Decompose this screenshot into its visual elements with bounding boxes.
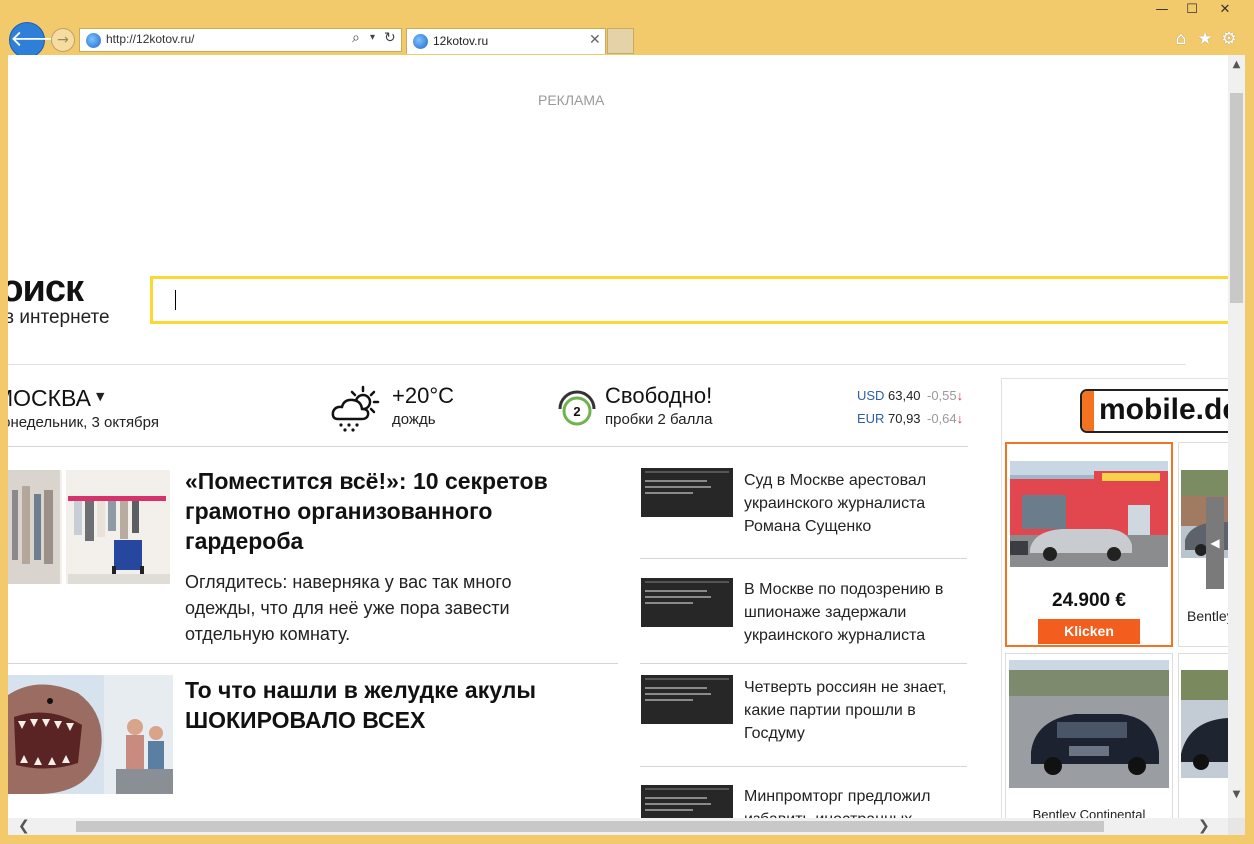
currency-usd[interactable]: USD 63,40 -0,55↓ [857, 388, 963, 403]
new-tab-button[interactable] [607, 28, 634, 54]
carousel-prev-button[interactable]: ◀ [1206, 497, 1224, 589]
news-headline[interactable]: В Москве по подозрению в шпионаже задерж… [744, 578, 970, 647]
divider [8, 446, 968, 447]
vertical-scrollbar[interactable]: ▲ ▼ [1228, 55, 1245, 818]
car-label[interactable]: Bentley Continental [1006, 807, 1172, 818]
ie-globe-icon [413, 34, 428, 49]
temperature[interactable]: +20°C [392, 383, 454, 409]
currency-value: 63,40 [888, 388, 921, 403]
currency-code: USD [857, 388, 885, 403]
minimize-button[interactable]: — [1147, 2, 1177, 17]
address-bar[interactable]: http://12kotov.ru/ ⌕ ▾ ↻ [79, 28, 402, 52]
tab-title: 12kotov.ru [433, 34, 489, 48]
rain-cloud-icon [331, 385, 380, 432]
forward-arrow-icon: → [57, 32, 69, 48]
address-text[interactable]: http://12kotov.ru/ [106, 32, 195, 46]
traffic-meter-icon: 2 [558, 390, 596, 426]
article-title[interactable]: «Поместится всё!»: 10 секретов грамотно … [185, 466, 565, 556]
car-listing-card[interactable]: Bentley Continental [1005, 653, 1173, 818]
scroll-right-icon[interactable]: ❯ [1198, 818, 1210, 834]
ie-globe-icon [86, 33, 101, 48]
shark-image[interactable] [8, 675, 173, 794]
back-button[interactable]: 🡐 [9, 22, 69, 58]
brand-text: mobile.de [1099, 393, 1228, 426]
home-icon[interactable]: ⌂ [1170, 29, 1192, 49]
article-title[interactable]: То что нашли в желудке акулы ШОКИРОВАЛО … [185, 675, 585, 735]
horizontal-scrollbar[interactable]: ❮ ❯ [8, 818, 1228, 835]
mobile-de-logo[interactable]: mobile.de [1080, 389, 1228, 433]
ad-label: РЕКЛАМА [538, 92, 605, 108]
news-headline[interactable]: Минпромторг предложил избавить иностранн… [744, 785, 970, 818]
news-headline[interactable]: Четверть россиян не знает, какие партии … [744, 676, 970, 745]
car-photo[interactable] [1181, 670, 1228, 778]
currency-change: -0,55 [927, 388, 957, 403]
news-thumbnail[interactable] [641, 675, 733, 724]
traffic-score: 2 [573, 404, 580, 419]
currency-change: -0,64 [927, 411, 957, 426]
currency-value: 70,93 [888, 411, 921, 426]
car-listing-card[interactable]: 24.900 € Klicken [1005, 442, 1173, 647]
scroll-down-icon[interactable]: ▼ [1228, 789, 1245, 800]
gear-icon[interactable]: ⚙ [1218, 29, 1240, 49]
weather-description: дождь [392, 411, 436, 428]
search-icon[interactable]: ⌕ [352, 30, 360, 46]
forward-button[interactable]: → [51, 28, 75, 52]
wardrobe-image[interactable] [8, 470, 170, 584]
site-logo[interactable]: Поиск [8, 268, 84, 311]
article-description[interactable]: Оглядитесь: наверняка у вас так много од… [185, 569, 585, 647]
news-headline[interactable]: Суд в Москве арестовал украинского журна… [744, 469, 970, 538]
car-price: 24.900 € [1052, 590, 1126, 611]
logo-text: оиск [8, 268, 84, 310]
traffic-status[interactable]: Свободно! [605, 383, 712, 409]
ad-panel: mobile.de 24.900 € Klicken Bentle Bentle… [1001, 378, 1228, 818]
currency-eur[interactable]: EUR 70,93 -0,64↓ [857, 411, 963, 426]
divider [640, 558, 967, 559]
refresh-icon[interactable]: ↻ [384, 30, 396, 46]
tab-12kotov[interactable]: 12kotov.ru ✕ [406, 28, 606, 54]
search-input[interactable] [150, 276, 1228, 324]
scroll-left-icon[interactable]: ❮ [18, 818, 30, 834]
divider [640, 766, 967, 767]
traffic-description: пробки 2 балла [605, 411, 713, 428]
news-thumbnail[interactable] [641, 468, 733, 517]
logo-subtitle: в интернете [8, 307, 110, 328]
text-caret [175, 290, 176, 310]
divider [8, 663, 618, 664]
page-viewport: РЕКЛАМА Поиск в интернете МОСКВА ▼ понед… [8, 55, 1228, 818]
close-icon[interactable]: ✕ [589, 32, 601, 48]
currency-code: EUR [857, 411, 885, 426]
scroll-up-icon[interactable]: ▲ [1228, 59, 1245, 70]
scroll-thumb[interactable] [1230, 93, 1243, 303]
favorites-star-icon[interactable]: ★ [1194, 29, 1216, 49]
scrollbar-corner [1228, 818, 1245, 835]
divider [640, 663, 967, 664]
close-window-button[interactable]: ✕ [1210, 2, 1240, 17]
klicken-button[interactable]: Klicken [1038, 619, 1140, 644]
current-date: понедельник, 3 октября [8, 414, 159, 431]
car-listing-card[interactable] [1178, 653, 1228, 818]
news-thumbnail[interactable] [641, 578, 733, 627]
chevron-down-icon[interactable]: ▾ [370, 32, 375, 43]
city-selector[interactable]: МОСКВА [8, 385, 91, 412]
chevron-down-icon[interactable]: ▼ [96, 390, 104, 403]
chevron-left-icon: ◀ [1210, 536, 1220, 550]
car-photo[interactable] [1010, 461, 1168, 567]
divider [8, 364, 1186, 365]
arrow-down-icon: ↓ [956, 411, 964, 426]
news-thumbnail[interactable] [641, 785, 733, 818]
car-label[interactable]: Bentley [1187, 608, 1228, 624]
car-photo[interactable] [1009, 660, 1169, 788]
arrow-down-icon: ↓ [956, 388, 964, 403]
maximize-button[interactable]: ☐ [1177, 2, 1207, 17]
scroll-thumb[interactable] [76, 821, 1104, 832]
